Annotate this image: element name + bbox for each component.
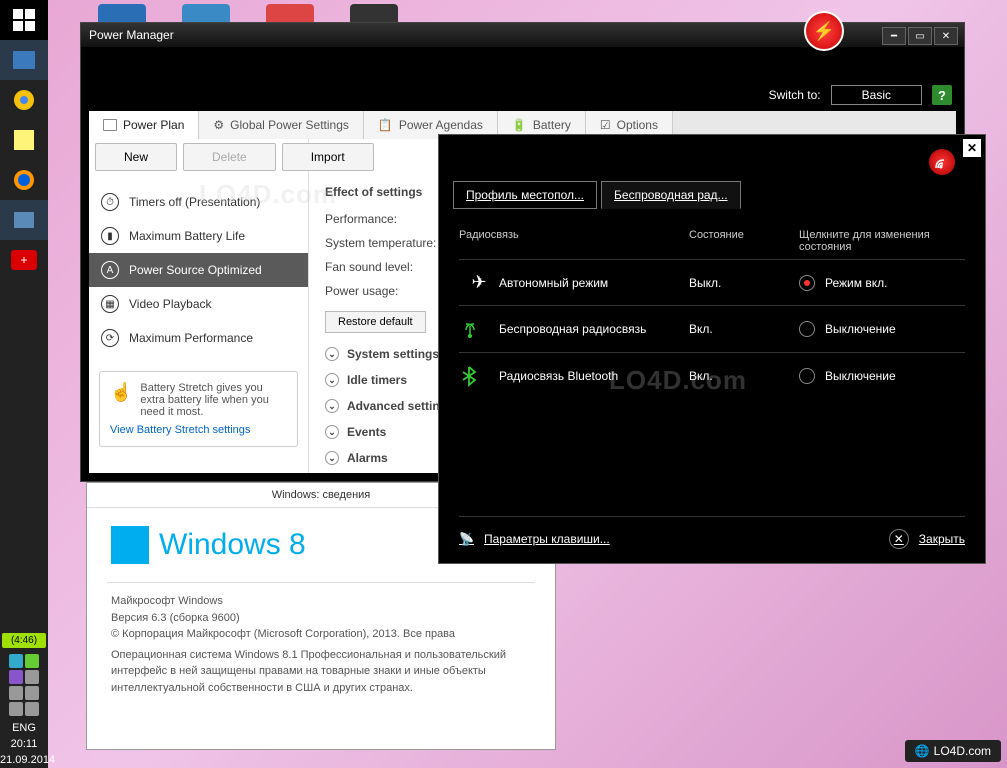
system-tray[interactable] [0, 650, 48, 720]
power-badge-icon: ⚡ [804, 11, 844, 51]
new-button[interactable]: New [95, 143, 177, 171]
plan-max-battery[interactable]: ▮Maximum Battery Life [89, 219, 308, 253]
film-icon: ▦ [101, 295, 119, 313]
view-battery-stretch-link[interactable]: View Battery Stretch settings [110, 424, 287, 436]
taskbar-firefox[interactable] [0, 160, 48, 200]
import-button[interactable]: Import [282, 143, 374, 171]
plan-video-playback[interactable]: ▦Video Playback [89, 287, 308, 321]
wireless-radio-window: ✕ Профиль местопол... Беспроводная рад..… [438, 134, 986, 564]
chevron-down-icon: ⌄ [325, 451, 339, 465]
minimize-button[interactable]: ━ [882, 27, 906, 45]
taskbar-date: 21.09.2014 [0, 752, 48, 768]
help-icon[interactable]: ? [932, 85, 952, 105]
battery-stretch-box: ☝ Battery Stretch gives you extra batter… [99, 371, 298, 447]
chevron-down-icon: ⌄ [325, 399, 339, 413]
tab-wireless-radio[interactable]: Беспроводная рад... [601, 181, 741, 209]
taskbar-notes[interactable] [0, 120, 48, 160]
taskbar-app-2[interactable] [0, 200, 48, 240]
switch-basic-button[interactable]: Basic [831, 85, 922, 105]
battery-icon: ▮ [101, 227, 119, 245]
about-line-3: © Корпорация Майкрософт (Microsoft Corpo… [111, 626, 531, 643]
speed-icon: ⟳ [101, 329, 119, 347]
close-icon: ✕ [889, 529, 909, 549]
taskbar: + (4:46) ENG 20:11 21.09.2014 [0, 0, 48, 768]
wireless-table-header: Радиосвязь Состояние Щелкните для измене… [459, 229, 965, 253]
battery-icon: 🔋 [512, 118, 527, 132]
airplane-icon: ✈ [459, 272, 499, 293]
wifi-icon [459, 318, 499, 340]
taskbar-app-1[interactable] [0, 40, 48, 80]
toggle-wifi[interactable] [799, 321, 815, 337]
watermark: LO4D.com [199, 179, 337, 210]
close-button[interactable]: ✕ [934, 27, 958, 45]
toggle-airplane[interactable] [799, 275, 815, 291]
switch-to-label: Switch to: [769, 88, 821, 102]
toggle-bluetooth[interactable] [799, 368, 815, 384]
taskbar-power-icon[interactable]: + [0, 240, 48, 280]
close-link[interactable]: ✕ Закрыть [889, 529, 965, 549]
antenna-icon: 📡 [459, 532, 474, 546]
about-line-1: Майкрософт Windows [111, 593, 531, 610]
delete-button[interactable]: Delete [183, 143, 276, 171]
folder-icon [103, 119, 117, 131]
watermark: LO4D.com [609, 365, 747, 396]
timer-icon: ⏱ [101, 193, 119, 211]
tab-global-settings[interactable]: ⚙Global Power Settings [199, 111, 364, 139]
hotkey-params-link[interactable]: 📡 Параметры клавиши... [459, 532, 610, 546]
taskbar-chrome[interactable] [0, 80, 48, 120]
calendar-icon: 📋 [378, 118, 393, 132]
tab-power-plan[interactable]: Power Plan [89, 111, 199, 139]
gear-icon: ⚙ [213, 118, 224, 132]
chevron-down-icon: ⌄ [325, 425, 339, 439]
svg-text:+: + [20, 253, 27, 267]
taskbar-battery-time[interactable]: (4:46) [2, 633, 46, 648]
chevron-down-icon: ⌄ [325, 373, 339, 387]
windows-logo-icon [111, 526, 149, 564]
auto-icon: A [101, 261, 119, 279]
stretch-icon: ☝ [110, 382, 132, 418]
start-button[interactable] [0, 0, 48, 40]
options-icon: ☑ [600, 118, 611, 132]
row-wifi: Беспроводная радиосвязь Вкл. Выключение [459, 305, 965, 352]
restore-default-button[interactable]: Restore default [325, 311, 426, 333]
broadcast-icon [929, 149, 955, 175]
lo4d-badge: 🌐 LO4D.com [905, 740, 1001, 762]
about-line-2: Версия 6.3 (сборка 9600) [111, 610, 531, 627]
bluetooth-icon [459, 365, 499, 387]
chevron-down-icon: ⌄ [325, 347, 339, 361]
taskbar-clock[interactable]: 20:11 [0, 736, 48, 752]
overlay-close-button[interactable]: ✕ [963, 139, 981, 157]
plan-power-source-optimized[interactable]: APower Source Optimized [89, 253, 308, 287]
tab-location-profile[interactable]: Профиль местопол... [453, 181, 597, 209]
row-airplane-mode: ✈ Автономный режим Выкл. Режим вкл. [459, 259, 965, 305]
globe-icon: 🌐 [915, 744, 930, 758]
maximize-button[interactable]: ▭ [908, 27, 932, 45]
about-line-4: Операционная система Windows 8.1 Професс… [111, 647, 531, 697]
plan-max-performance[interactable]: ⟳Maximum Performance [89, 321, 308, 355]
taskbar-lang[interactable]: ENG [0, 720, 48, 736]
